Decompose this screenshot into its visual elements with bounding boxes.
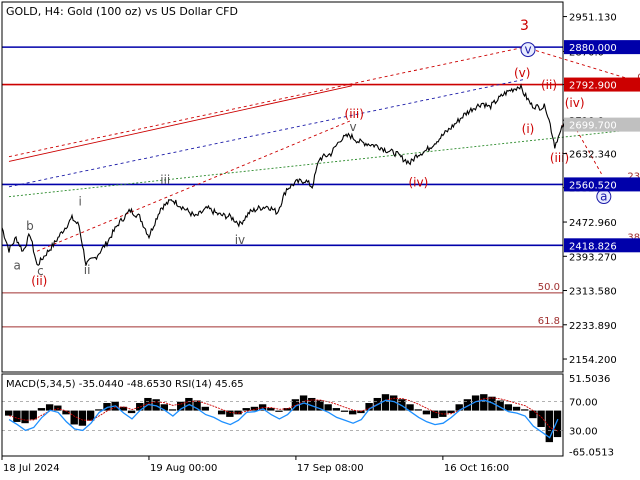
x-axis-tick-label: 17 Sep 08:00 xyxy=(297,463,364,474)
macd-histogram-bar xyxy=(78,410,87,426)
wave-label: (i) xyxy=(522,122,535,136)
wave-label: (v) xyxy=(514,66,530,80)
indicator-axis-label: 30.00 xyxy=(569,426,598,437)
wave-label: b xyxy=(26,219,34,233)
macd-histogram-bar xyxy=(242,408,250,411)
price-tag-label: 2418.826 xyxy=(569,241,617,252)
wave-label: iii xyxy=(160,173,170,187)
indicator-title: MACD(5,34,5) -35.0440 -48.6530 RSI(14) 4… xyxy=(6,379,244,390)
macd-histogram-bar xyxy=(127,410,136,414)
x-axis-tick-label: 16 Oct 16:00 xyxy=(444,463,509,474)
price-tag-label: 2792.900 xyxy=(569,81,617,92)
wave-label: a xyxy=(13,259,20,273)
y-axis-tick-label: 2393.270 xyxy=(569,252,617,263)
macd-histogram-bar xyxy=(529,410,537,419)
macd-histogram-bar xyxy=(480,394,488,411)
macd-histogram-bar xyxy=(217,410,226,415)
macd-histogram-bar xyxy=(422,410,431,415)
y-axis-tick-label: 2313.580 xyxy=(569,287,617,298)
wave-label: (ii) xyxy=(31,274,47,288)
macd-histogram-bar xyxy=(5,410,13,416)
wave-label: (iii) xyxy=(550,151,569,165)
wave-label: ii xyxy=(84,263,91,277)
wave-label: (iv) xyxy=(565,96,585,110)
price-chart[interactable]: 50.061.80.023.638.23v(v)(ii)(iv)(i)(iii)… xyxy=(0,0,640,480)
wave-label: (ii) xyxy=(541,78,557,92)
wave-label: 3 xyxy=(520,18,529,34)
macd-histogram-bar xyxy=(21,410,29,424)
wave-label: (iv) xyxy=(408,175,428,189)
macd-histogram-bar xyxy=(414,409,422,411)
price-tag-label: 2880.000 xyxy=(569,43,617,54)
macd-histogram-bar xyxy=(430,410,439,419)
y-axis-tick-label: 2233.890 xyxy=(569,321,617,332)
y-axis-tick-label: 2951.130 xyxy=(569,13,617,24)
wave-label: i xyxy=(78,195,81,209)
macd-histogram-bar xyxy=(168,409,177,411)
macd-histogram-bar xyxy=(553,410,562,438)
macd-histogram-bar xyxy=(512,406,521,411)
macd-histogram-bar xyxy=(324,404,332,411)
y-axis-tick-label: 2154.200 xyxy=(569,355,617,366)
wave-label: iv xyxy=(235,233,245,247)
y-axis-tick-label: 2472.960 xyxy=(569,218,617,229)
macd-histogram-bar xyxy=(45,404,54,411)
macd-histogram-bar xyxy=(340,410,349,412)
macd-histogram-bar xyxy=(37,408,46,411)
macd-histogram-bar xyxy=(275,410,283,412)
wave-label: v xyxy=(524,43,531,57)
macd-histogram-bar xyxy=(13,410,21,422)
y-axis-tick-label: 2632.340 xyxy=(569,150,617,161)
macd-histogram-bar xyxy=(537,410,545,427)
macd-histogram-bar xyxy=(201,406,209,411)
x-axis-tick-label: 18 Jul 2024 xyxy=(3,463,60,474)
price-tag-label: 2560.520 xyxy=(569,180,617,191)
macd-histogram-bar xyxy=(349,410,357,415)
macd-histogram-bar xyxy=(521,409,529,411)
indicator-axis-label: -65.0513 xyxy=(569,448,614,459)
indicator-axis-label: 51.5036 xyxy=(569,374,610,385)
fib-level-label: 61.8 xyxy=(538,316,560,327)
macd-histogram-bar xyxy=(234,410,242,415)
macd-histogram-bar xyxy=(332,408,341,411)
x-axis-tick-label: 19 Aug 00:00 xyxy=(150,463,217,474)
price-tag-label: 2699.700 xyxy=(569,121,617,132)
fib-level-label: 50.0 xyxy=(538,282,560,293)
wave-label: v xyxy=(350,120,357,134)
macd-histogram-bar xyxy=(29,410,37,420)
indicator-axis-label: 70.00 xyxy=(569,398,598,409)
symbol-title: GOLD, H4: Gold (100 oz) vs US Dollar CFD xyxy=(6,5,238,18)
